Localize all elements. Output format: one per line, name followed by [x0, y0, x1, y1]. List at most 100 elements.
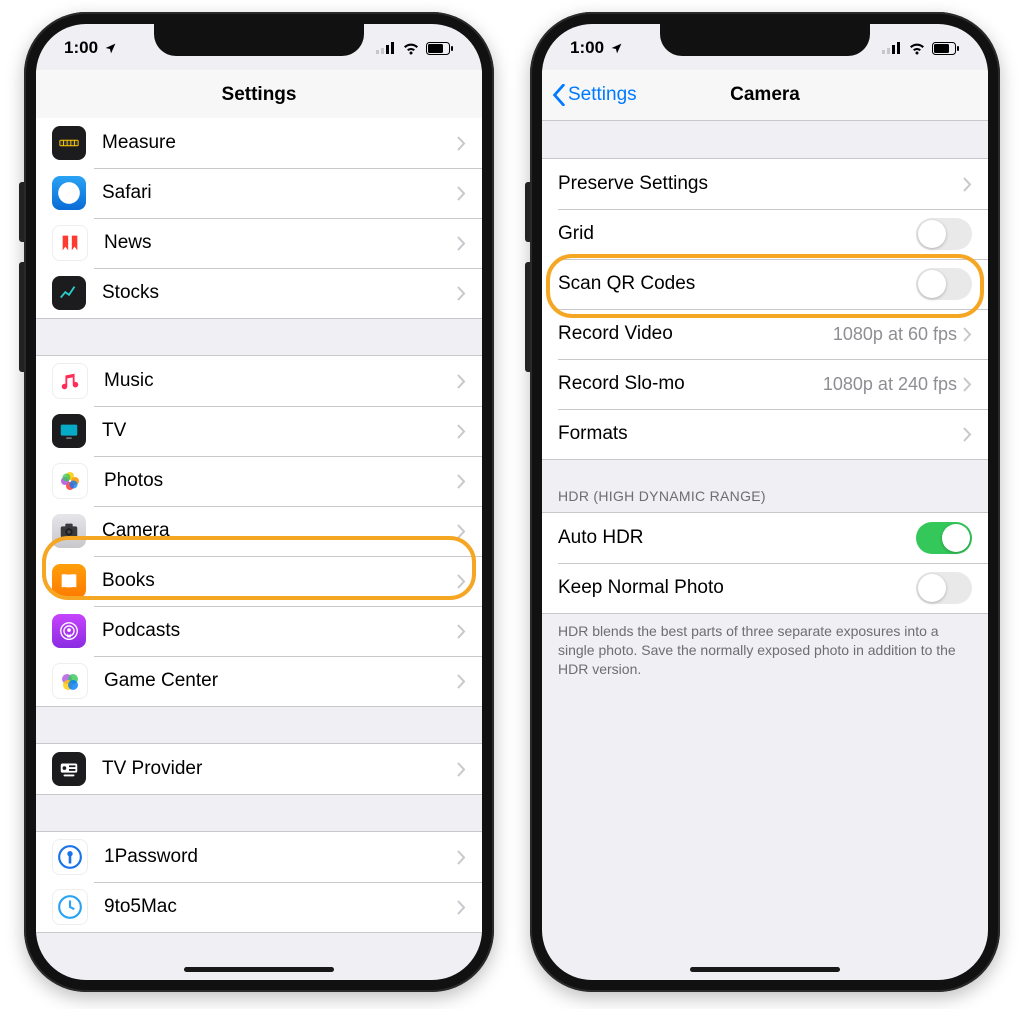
row-label: TV: [102, 420, 457, 442]
row-label: Measure: [102, 132, 457, 154]
row-detail: 1080p at 240 fps: [823, 374, 957, 395]
camera-icon: [52, 514, 86, 548]
chevron-right-icon: [457, 574, 466, 589]
phone-left: 1:00 Settings Measure: [24, 12, 494, 992]
signal-icon: [882, 42, 902, 54]
chevron-right-icon: [963, 427, 972, 442]
battery-icon: [932, 42, 960, 55]
nine-to-five-icon: [52, 889, 88, 925]
row-podcasts[interactable]: Podcasts: [36, 606, 482, 656]
chevron-right-icon: [457, 624, 466, 639]
game-center-icon: [52, 663, 88, 699]
row-label: Auto HDR: [558, 527, 916, 549]
row-preserve-settings[interactable]: Preserve Settings: [542, 159, 988, 209]
chevron-right-icon: [457, 136, 466, 151]
row-label: Safari: [102, 182, 457, 204]
row-label: TV Provider: [102, 758, 457, 780]
music-icon: [52, 363, 88, 399]
location-icon: [610, 42, 623, 55]
location-icon: [104, 42, 117, 55]
screen-right: 1:00 Settings Camera: [542, 24, 988, 980]
toggle-grid[interactable]: [916, 218, 972, 250]
chevron-right-icon: [963, 377, 972, 392]
row-record-slomo[interactable]: Record Slo-mo 1080p at 240 fps: [542, 359, 988, 409]
tv-icon: [52, 414, 86, 448]
section-footer-hdr: HDR blends the best parts of three separ…: [542, 614, 988, 687]
onepassword-icon: [52, 839, 88, 875]
row-keep-normal-photo[interactable]: Keep Normal Photo: [542, 563, 988, 613]
status-time: 1:00: [570, 38, 604, 58]
nav-title: Settings: [222, 84, 297, 106]
row-label: Record Slo-mo: [558, 373, 823, 395]
signal-icon: [376, 42, 396, 54]
notch: [154, 24, 364, 56]
settings-list[interactable]: Measure Safari News: [36, 118, 482, 980]
chevron-right-icon: [457, 186, 466, 201]
nav-bar: Settings Camera: [542, 70, 988, 121]
row-camera[interactable]: Camera: [36, 506, 482, 556]
row-label: 9to5Mac: [104, 896, 457, 918]
row-formats[interactable]: Formats: [542, 409, 988, 459]
row-label: Photos: [104, 470, 457, 492]
row-label: News: [104, 232, 457, 254]
news-icon: [52, 225, 88, 261]
chevron-right-icon: [457, 762, 466, 777]
row-label: Record Video: [558, 323, 833, 345]
row-label: Camera: [102, 520, 457, 542]
podcasts-icon: [52, 614, 86, 648]
chevron-right-icon: [457, 374, 466, 389]
notch: [660, 24, 870, 56]
wifi-icon: [402, 42, 420, 55]
toggle-keep-normal[interactable]: [916, 572, 972, 604]
row-music[interactable]: Music: [36, 356, 482, 406]
chevron-right-icon: [457, 236, 466, 251]
row-auto-hdr[interactable]: Auto HDR: [542, 513, 988, 563]
row-stocks[interactable]: Stocks: [36, 268, 482, 318]
row-label: 1Password: [104, 846, 457, 868]
row-measure[interactable]: Measure: [36, 118, 482, 168]
chevron-right-icon: [963, 177, 972, 192]
measure-icon: [52, 126, 86, 160]
row-tv-provider[interactable]: TV Provider: [36, 744, 482, 794]
toggle-auto-hdr[interactable]: [916, 522, 972, 554]
row-news[interactable]: News: [36, 218, 482, 268]
row-label: Game Center: [104, 670, 457, 692]
row-tv[interactable]: TV: [36, 406, 482, 456]
safari-icon: [52, 176, 86, 210]
chevron-right-icon: [963, 327, 972, 342]
row-books[interactable]: Books: [36, 556, 482, 606]
row-label: Formats: [558, 423, 963, 445]
row-label: Stocks: [102, 282, 457, 304]
chevron-right-icon: [457, 850, 466, 865]
status-time: 1:00: [64, 38, 98, 58]
screen-left: 1:00 Settings Measure: [36, 24, 482, 980]
row-record-video[interactable]: Record Video 1080p at 60 fps: [542, 309, 988, 359]
chevron-right-icon: [457, 674, 466, 689]
chevron-right-icon: [457, 900, 466, 915]
camera-settings[interactable]: Preserve Settings Grid Scan QR Codes Rec…: [542, 118, 988, 980]
home-indicator[interactable]: [184, 967, 334, 972]
chevron-left-icon: [552, 84, 566, 106]
books-icon: [52, 564, 86, 598]
row-label: Books: [102, 570, 457, 592]
row-detail: 1080p at 60 fps: [833, 324, 957, 345]
row-9to5mac[interactable]: 9to5Mac: [36, 882, 482, 932]
nav-back-button[interactable]: Settings: [552, 84, 637, 106]
row-label: Podcasts: [102, 620, 457, 642]
battery-icon: [426, 42, 454, 55]
row-label: Keep Normal Photo: [558, 577, 916, 599]
tv-provider-icon: [52, 752, 86, 786]
row-grid[interactable]: Grid: [542, 209, 988, 259]
row-photos[interactable]: Photos: [36, 456, 482, 506]
stocks-icon: [52, 276, 86, 310]
row-label: Music: [104, 370, 457, 392]
row-scan-qr-codes[interactable]: Scan QR Codes: [542, 259, 988, 309]
row-1password[interactable]: 1Password: [36, 832, 482, 882]
home-indicator[interactable]: [690, 967, 840, 972]
row-game-center[interactable]: Game Center: [36, 656, 482, 706]
toggle-scan-qr[interactable]: [916, 268, 972, 300]
row-safari[interactable]: Safari: [36, 168, 482, 218]
row-label: Preserve Settings: [558, 173, 963, 195]
nav-back-label: Settings: [568, 84, 637, 106]
row-label: Grid: [558, 223, 916, 245]
